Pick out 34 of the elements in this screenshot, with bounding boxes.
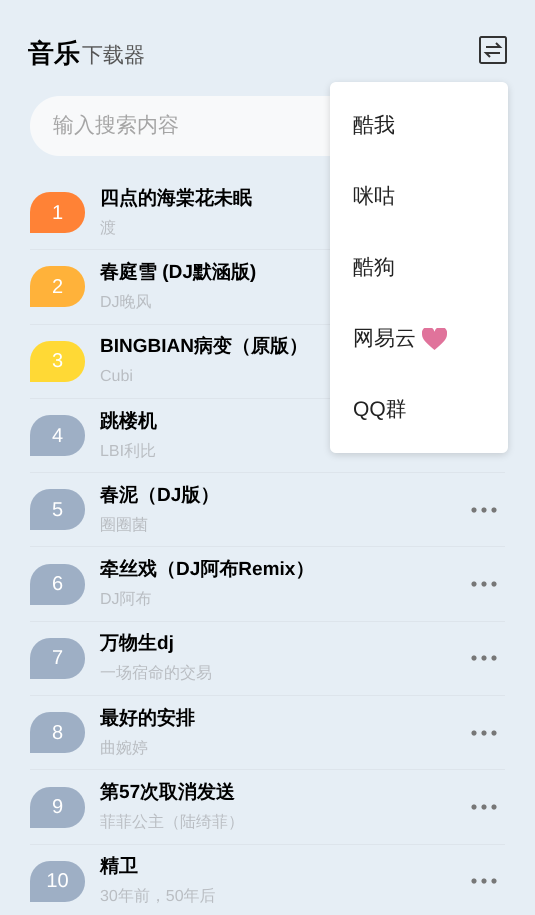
rank-badge: 7 <box>30 638 85 679</box>
rank-badge: 4 <box>30 415 85 456</box>
song-title: 跳楼机 <box>100 410 157 434</box>
menu-item[interactable]: 酷狗 <box>353 252 395 284</box>
song-title: 春泥（DJ版） <box>100 484 220 508</box>
more-icon[interactable] <box>471 804 497 810</box>
menu-item[interactable]: 咪咕 <box>353 180 395 212</box>
song-title: 春庭雪 (DJ默涵版) <box>100 260 256 285</box>
song-title: 精卫 <box>100 855 138 880</box>
app-title: 音乐 <box>28 40 80 66</box>
app-subtitle: 下载器 <box>82 45 145 66</box>
rank-badge: 2 <box>30 266 85 308</box>
song-title: BINGBIAN病变（原版） <box>100 335 308 360</box>
menu-item[interactable]: 酷我 <box>353 110 395 142</box>
song-title: 四点的海棠花未眠 <box>100 186 252 211</box>
rank-badge: 1 <box>30 192 85 234</box>
song-title: 万物生dj <box>100 632 174 656</box>
song-title: 最好的安排 <box>100 706 195 731</box>
rank-badge: 6 <box>30 564 85 605</box>
more-icon[interactable] <box>471 506 497 513</box>
rank-badge: 3 <box>30 340 85 382</box>
menu-item[interactable]: QQ群 <box>353 394 407 426</box>
more-icon[interactable] <box>471 581 497 588</box>
rank-badge: 8 <box>30 712 85 754</box>
more-icon[interactable] <box>471 730 497 736</box>
rank-badge: 10 <box>30 860 85 902</box>
song-title: 牵丝戏（DJ阿布Remix） <box>100 558 314 582</box>
switch-icon[interactable] <box>479 36 507 64</box>
rank-badge: 9 <box>30 786 85 828</box>
menu-item[interactable]: 网易云 <box>353 322 416 354</box>
rank-badge: 5 <box>30 489 85 530</box>
song-title: 第57次取消发送 <box>100 781 236 806</box>
more-icon[interactable] <box>471 878 497 884</box>
more-icon[interactable] <box>471 655 497 662</box>
